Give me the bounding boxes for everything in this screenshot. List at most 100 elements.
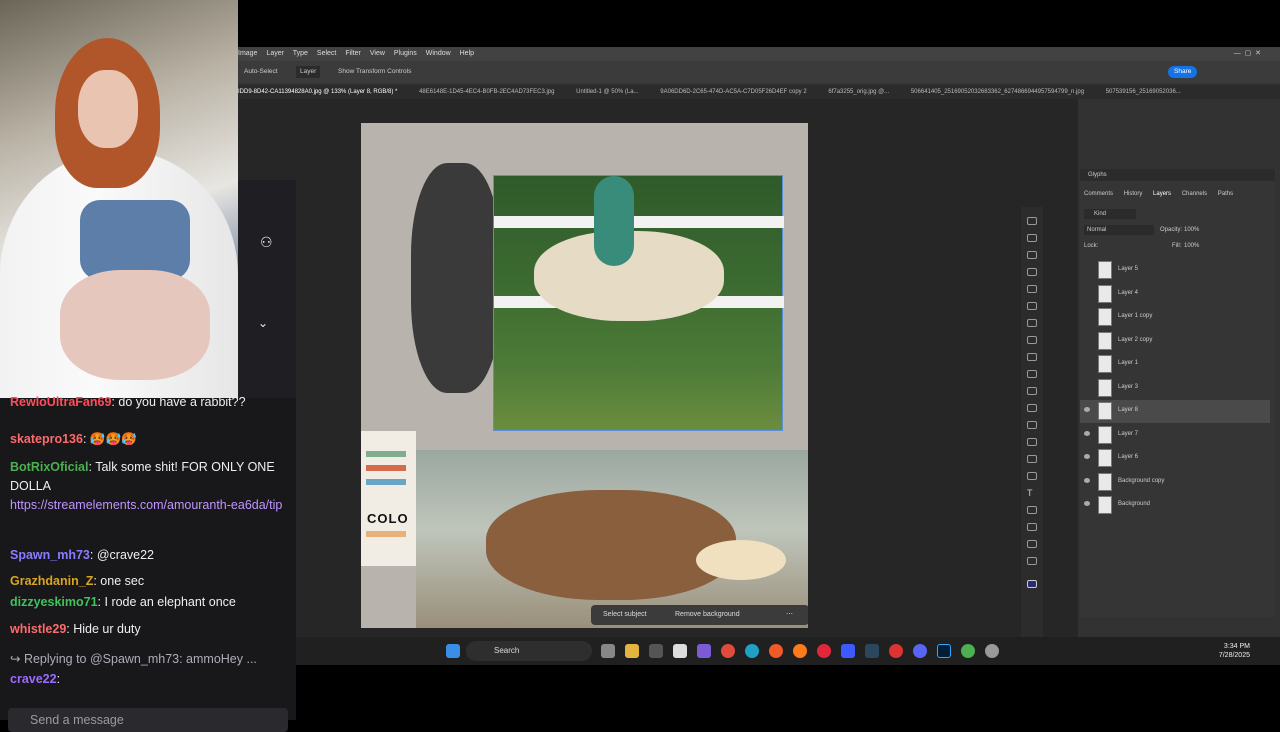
kind-filter[interactable]: Kind bbox=[1084, 209, 1136, 219]
layer-row[interactable]: Layer 8 bbox=[1080, 400, 1270, 423]
taskbar-search[interactable]: Search bbox=[466, 641, 592, 661]
menu-filter[interactable]: Filter bbox=[345, 50, 361, 57]
menu-view[interactable]: View bbox=[370, 50, 385, 57]
layer-image-brown-horse[interactable] bbox=[416, 450, 808, 628]
tab-layers[interactable]: Layers bbox=[1153, 191, 1171, 197]
tab-comments[interactable]: Comments bbox=[1084, 191, 1113, 197]
brush-tool-icon[interactable] bbox=[1027, 353, 1037, 361]
layer-row[interactable]: Layer 4 bbox=[1080, 283, 1270, 306]
stamp-tool-icon[interactable] bbox=[1027, 370, 1037, 378]
window-controls[interactable]: — ▢ ✕ bbox=[1234, 47, 1261, 61]
tab-6[interactable]: 506641405_2516905203268336​2_62748669449… bbox=[911, 89, 1084, 95]
layer-row[interactable]: Background bbox=[1080, 494, 1270, 517]
tab-4[interactable]: 9A06DD6D-2C65-474D-AC5A-C7D05F26D4EF cop… bbox=[660, 89, 806, 95]
edge-icon[interactable] bbox=[745, 644, 759, 658]
opera-icon[interactable] bbox=[817, 644, 831, 658]
layer-row[interactable]: Background copy bbox=[1080, 471, 1270, 494]
history-brush-tool-icon[interactable] bbox=[1027, 387, 1037, 395]
remove-background-button[interactable]: Remove background bbox=[675, 605, 740, 625]
layer-row[interactable]: Layer 1 bbox=[1080, 353, 1270, 376]
app3-icon[interactable] bbox=[841, 644, 855, 658]
path-selection-tool-icon[interactable] bbox=[1027, 506, 1037, 514]
layer-row[interactable]: Layer 5 bbox=[1080, 259, 1270, 282]
gradient-tool-icon[interactable] bbox=[1027, 421, 1037, 429]
chat-username[interactable]: Grazhdanin_Z bbox=[10, 574, 93, 588]
dodge-tool-icon[interactable] bbox=[1027, 455, 1037, 463]
show-transform-checkbox[interactable]: Show Transform Controls bbox=[338, 61, 411, 83]
foreground-color-icon[interactable] bbox=[1027, 580, 1037, 588]
opacity-value[interactable]: 100% bbox=[1184, 227, 1199, 233]
visibility-eye-icon[interactable] bbox=[1084, 407, 1090, 412]
blend-mode-select[interactable]: Normal bbox=[1084, 225, 1154, 235]
layer-row[interactable]: Layer 3 bbox=[1080, 377, 1270, 400]
chat-username[interactable]: crave22 bbox=[10, 672, 57, 686]
healing-tool-icon[interactable] bbox=[1027, 336, 1037, 344]
steam-icon[interactable] bbox=[865, 644, 879, 658]
eraser-tool-icon[interactable] bbox=[1027, 404, 1037, 412]
pen-tool-icon[interactable] bbox=[1027, 472, 1037, 480]
tab-active[interactable]: IDD9-8D42-CA11394828A0.jpg @ 133% (Layer… bbox=[238, 89, 397, 95]
tab-history[interactable]: History bbox=[1124, 191, 1143, 197]
menu-type[interactable]: Type bbox=[293, 50, 308, 57]
chat-username[interactable]: RewloUltraFan69 bbox=[10, 395, 111, 409]
settings-icon[interactable] bbox=[985, 644, 999, 658]
layer-select-dropdown[interactable]: Layer bbox=[296, 66, 321, 78]
layer-row[interactable]: Layer 7 bbox=[1080, 424, 1270, 447]
app2-icon[interactable] bbox=[697, 644, 711, 658]
app-icon[interactable] bbox=[649, 644, 663, 658]
hand-tool-icon[interactable] bbox=[1027, 540, 1037, 548]
marquee-tool-icon[interactable] bbox=[1027, 234, 1037, 242]
photoshop-icon[interactable] bbox=[937, 644, 951, 658]
chat-input[interactable]: Send a message bbox=[8, 708, 288, 732]
tab-7[interactable]: 507539156_25169052036... bbox=[1106, 89, 1181, 95]
menu-image[interactable]: Image bbox=[238, 50, 257, 57]
windows-start-icon[interactable] bbox=[446, 644, 460, 658]
chat-username[interactable]: whistle29 bbox=[10, 622, 66, 636]
crop-tool-icon[interactable] bbox=[1027, 285, 1037, 293]
visibility-eye-icon[interactable] bbox=[1084, 477, 1090, 483]
layer-row[interactable]: Layer 2 copy bbox=[1080, 330, 1270, 353]
fill-value[interactable]: 100% bbox=[1184, 243, 1199, 249]
tab-paths[interactable]: Paths bbox=[1218, 191, 1233, 197]
select-subject-button[interactable]: Select subject bbox=[603, 605, 647, 625]
tab-5[interactable]: 6f7a3255_orig.jpg @... bbox=[828, 89, 889, 95]
task-view-icon[interactable] bbox=[601, 644, 615, 658]
menu-window[interactable]: Window bbox=[426, 50, 451, 57]
type-tool-icon[interactable]: T bbox=[1027, 489, 1037, 498]
discord-icon[interactable] bbox=[913, 644, 927, 658]
layer-image-rider-horse[interactable] bbox=[493, 175, 784, 431]
visibility-eye-icon[interactable] bbox=[1084, 430, 1090, 436]
eyedropper-tool-icon[interactable] bbox=[1027, 319, 1037, 327]
menu-help[interactable]: Help bbox=[460, 50, 474, 57]
chat-username[interactable]: dizzyeskimo71 bbox=[10, 595, 98, 609]
share-button[interactable]: Share bbox=[1168, 66, 1198, 78]
calendar-icon[interactable] bbox=[673, 644, 687, 658]
chat-username[interactable]: skatepro136 bbox=[10, 432, 83, 446]
file-explorer-icon[interactable] bbox=[625, 644, 639, 658]
visibility-eye-icon[interactable] bbox=[1084, 501, 1090, 506]
tab-2[interactable]: 48E6148E-1D45-4EC4-B0FB-2EC4AD73FEC3.jpg bbox=[419, 89, 554, 95]
firefox-icon[interactable] bbox=[793, 644, 807, 658]
auto-select-checkbox[interactable]: Auto-Select bbox=[244, 61, 278, 83]
visibility-eye-icon[interactable] bbox=[1084, 454, 1090, 459]
tab-channels[interactable]: Channels bbox=[1182, 191, 1207, 197]
more-icon[interactable]: ⋯ bbox=[786, 605, 793, 625]
tab-3[interactable]: Untitled-1 @ 50% (La... bbox=[576, 89, 638, 95]
menu-plugins[interactable]: Plugins bbox=[394, 50, 417, 57]
chevron-down-icon[interactable]: ⌄ bbox=[258, 316, 268, 330]
chat-link[interactable]: https://streamelements.com/amouranth-ea6… bbox=[10, 498, 282, 512]
lasso-tool-icon[interactable] bbox=[1027, 251, 1037, 259]
document-canvas[interactable]: COLO Select subject Remove background ⋯ bbox=[361, 123, 808, 628]
move-tool-icon[interactable] bbox=[1027, 217, 1037, 225]
chat-username[interactable]: Spawn_mh73 bbox=[10, 548, 90, 562]
layer-row[interactable]: Layer 1 copy bbox=[1080, 306, 1270, 329]
blur-tool-icon[interactable] bbox=[1027, 438, 1037, 446]
app4-icon[interactable] bbox=[889, 644, 903, 658]
frame-tool-icon[interactable] bbox=[1027, 302, 1037, 310]
users-icon[interactable]: ⚇ bbox=[260, 234, 273, 251]
rectangle-tool-icon[interactable] bbox=[1027, 523, 1037, 531]
menu-layer[interactable]: Layer bbox=[266, 50, 284, 57]
menu-select[interactable]: Select bbox=[317, 50, 336, 57]
brave-icon[interactable] bbox=[769, 644, 783, 658]
taskbar-clock[interactable]: 3:34 PM 7/28/2025 bbox=[1219, 642, 1250, 660]
